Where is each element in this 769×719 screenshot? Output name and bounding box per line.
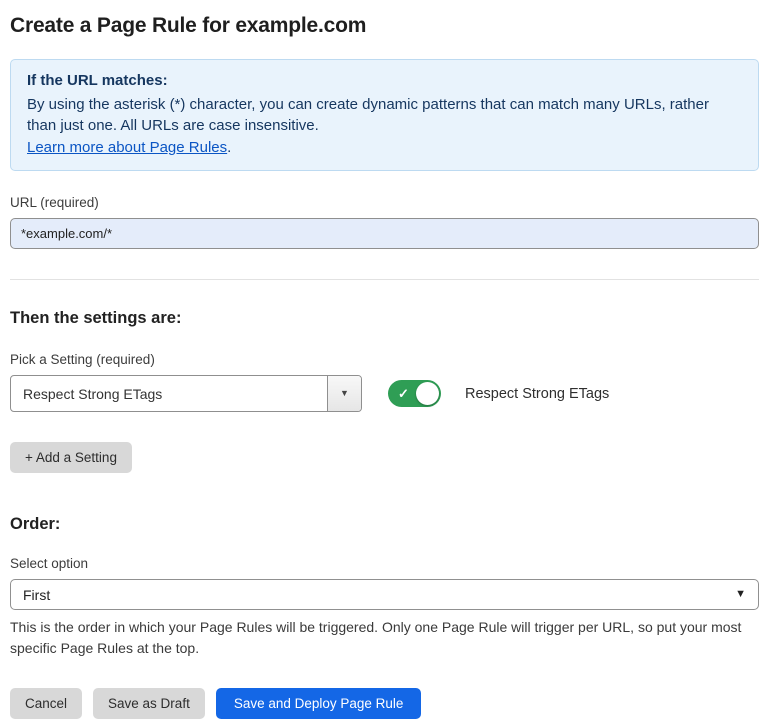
setting-select[interactable]: Respect Strong ETags ▼ [10, 375, 362, 412]
chevron-down-icon: ▼ [735, 589, 746, 600]
url-match-info-box: If the URL matches: By using the asteris… [10, 59, 759, 171]
setting-row: Respect Strong ETags ▼ ✓ Respect Strong … [10, 375, 759, 412]
save-as-draft-button[interactable]: Save as Draft [93, 688, 205, 719]
setting-select-value: Respect Strong ETags [11, 376, 327, 411]
setting-select-arrow-button[interactable]: ▼ [327, 376, 361, 411]
check-icon: ✓ [398, 386, 409, 402]
order-help-text: This is the order in which your Page Rul… [10, 617, 759, 659]
etags-toggle-switch[interactable]: ✓ [388, 380, 441, 407]
etags-toggle-label: Respect Strong ETags [465, 386, 609, 402]
info-box-heading: If the URL matches: [27, 70, 742, 92]
add-setting-button[interactable]: + Add a Setting [10, 442, 132, 473]
url-input[interactable] [10, 218, 759, 249]
info-link-suffix: . [227, 139, 231, 156]
actions-row: Cancel Save as Draft Save and Deploy Pag… [10, 688, 759, 719]
order-select-label: Select option [10, 556, 759, 571]
pick-setting-label: Pick a Setting (required) [10, 352, 759, 367]
section-divider [10, 279, 759, 280]
cancel-button[interactable]: Cancel [10, 688, 82, 719]
info-link-row: Learn more about Page Rules. [27, 137, 742, 159]
caret-down-icon: ▼ [340, 389, 349, 398]
create-page-rule-form: Create a Page Rule for example.com If th… [0, 0, 769, 719]
info-box-body: By using the asterisk (*) character, you… [27, 94, 742, 137]
page-title: Create a Page Rule for example.com [10, 14, 759, 38]
save-and-deploy-button[interactable]: Save and Deploy Page Rule [216, 688, 422, 719]
order-section-heading: Order: [10, 515, 759, 534]
toggle-knob [416, 382, 439, 405]
order-select-value: First [23, 587, 735, 603]
settings-section-heading: Then the settings are: [10, 309, 759, 328]
order-select[interactable]: First ▼ [10, 579, 759, 610]
url-field-label: URL (required) [10, 195, 759, 210]
learn-more-page-rules-link[interactable]: Learn more about Page Rules [27, 139, 227, 156]
